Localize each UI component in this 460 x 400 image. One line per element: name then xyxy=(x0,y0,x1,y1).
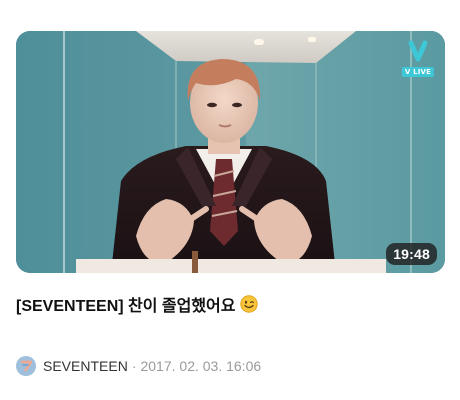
winking-smile-emoji-icon xyxy=(239,295,258,313)
video-duration-badge: 19:48 xyxy=(386,243,437,265)
channel-avatar[interactable] xyxy=(16,356,36,376)
vlive-logo-icon: V LIVE xyxy=(401,39,435,77)
video-meta: SEVENTEEN · 2017. 02. 03. 16:06 xyxy=(16,356,261,376)
vlive-badge-label: V LIVE xyxy=(401,67,435,77)
video-thumbnail[interactable]: V LIVE 19:48 xyxy=(16,31,445,273)
video-card[interactable]: V LIVE 19:48 [SEVENTEEN] 찬이 졸업했어요 SEVENT… xyxy=(0,0,460,400)
video-title-text[interactable]: [SEVENTEEN] 찬이 졸업했어요 xyxy=(16,292,236,316)
thumbnail-image xyxy=(16,31,445,273)
video-date: 2017. 02. 03. 16:06 xyxy=(140,358,262,374)
channel-name-link[interactable]: SEVENTEEN xyxy=(43,358,128,374)
meta-separator: · xyxy=(131,358,137,374)
video-title[interactable]: [SEVENTEEN] 찬이 졸업했어요 xyxy=(16,292,258,316)
seventeen-logo-icon xyxy=(16,356,36,376)
